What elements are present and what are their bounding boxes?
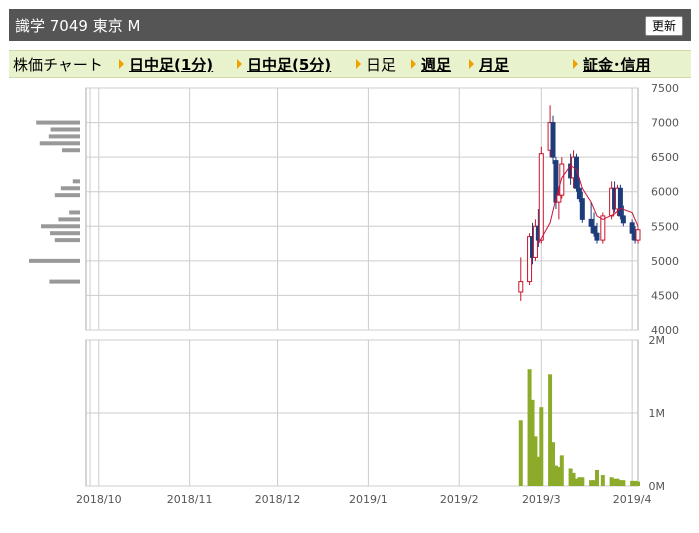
volume-profile-bar [50, 127, 80, 132]
x-tick-label: 2019/4 [613, 493, 652, 506]
volume-profile-bar [72, 179, 80, 184]
volume-profile-bar [48, 134, 80, 139]
volume-bar [600, 475, 605, 486]
y-tick-label: 7000 [651, 117, 679, 130]
candle-body [588, 218, 594, 227]
x-axis: 2018/10 2018/11 2018/12 2019/1 2019/2 2019/3 2… [76, 493, 652, 506]
volume-profile-bar [62, 148, 80, 153]
y-tick-label: 6000 [651, 186, 679, 199]
candle-body [594, 232, 600, 241]
volume-profile-bar [54, 193, 80, 198]
volume-bar [594, 469, 599, 486]
candle-body [579, 198, 585, 220]
volume-y-tick-label: 2M [649, 334, 666, 347]
candle-body [576, 187, 582, 200]
y-tick-label: 4500 [651, 289, 679, 302]
x-tick-label: 2018/10 [76, 493, 122, 506]
y-tick-label: 5500 [651, 220, 679, 233]
volume-profile-bar [58, 217, 80, 222]
volume-profile-bar [39, 141, 80, 146]
price-panel: 40004500500055006000650070007500 [29, 82, 679, 337]
volume-panel: 0M 1M 2M [85, 334, 666, 493]
y-tick-label: 6500 [651, 151, 679, 164]
volume-profile-bar [60, 186, 80, 191]
y-tick-label: 5000 [651, 255, 679, 268]
candle-body [617, 187, 623, 217]
volume-profile-bar [69, 210, 80, 215]
x-tick-label: 2018/11 [167, 493, 213, 506]
y-tick-label: 7500 [651, 82, 679, 95]
volume-bar [559, 455, 564, 486]
candle-body [556, 194, 562, 203]
volume-profile-bar [41, 224, 80, 229]
volume-bar [621, 480, 626, 486]
candle-body [635, 229, 641, 241]
volume-profile-bar [50, 231, 80, 236]
x-tick-label: 2019/3 [522, 493, 561, 506]
volume-profile-bar [49, 279, 80, 284]
x-tick-label: 2018/12 [255, 493, 301, 506]
candle-body [620, 215, 626, 224]
stock-chart: 40004500500055006000650070007500 0M1M2M … [29, 82, 679, 506]
volume-profile-bar [29, 258, 80, 263]
volume-bar [580, 477, 585, 486]
volume-y-tick-label: 1M [649, 407, 666, 420]
volume-bar [539, 407, 544, 486]
candle-body [538, 153, 544, 241]
volume-bar [518, 420, 523, 486]
volume-profile-bar [54, 238, 80, 243]
volume-y-tick-label: 0M [649, 480, 666, 493]
volume-profile-bar [36, 120, 80, 125]
x-tick-label: 2019/1 [349, 493, 388, 506]
candle-body [518, 281, 524, 293]
candle-body [629, 222, 635, 234]
candle-body [591, 225, 597, 234]
candle-body [550, 122, 556, 158]
x-tick-label: 2019/2 [440, 493, 479, 506]
volume-bar [636, 481, 640, 486]
